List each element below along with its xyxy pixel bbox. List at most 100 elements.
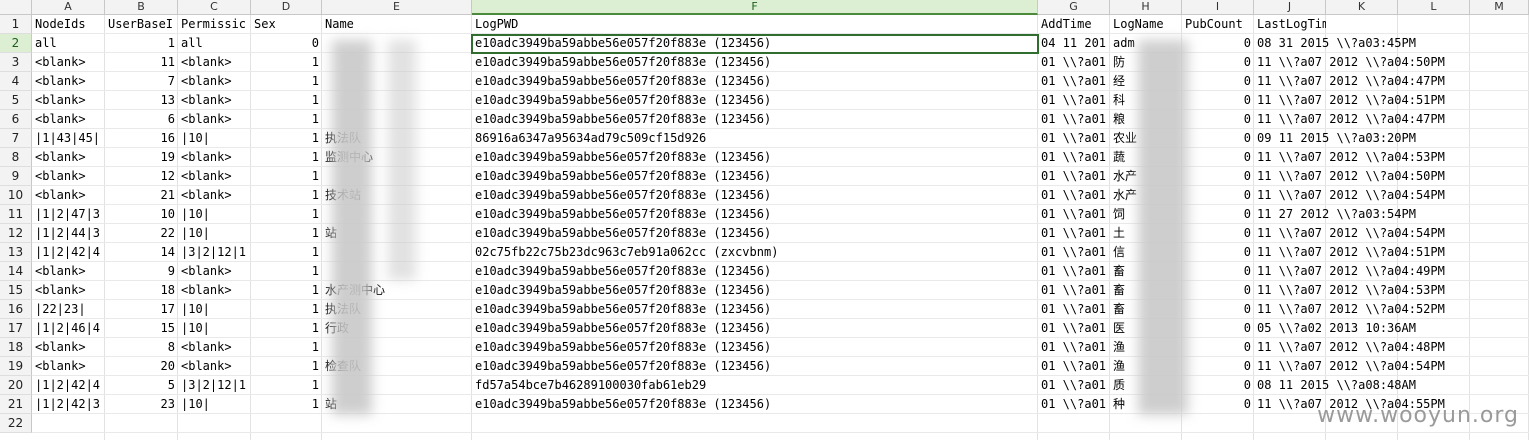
column-header-e[interactable]: E <box>322 0 472 15</box>
header-cell-a[interactable]: NodeIds <box>32 15 105 34</box>
cell-addtime[interactable]: 01 \\?a01 <box>1038 319 1110 338</box>
row-header-12[interactable]: 12 <box>0 224 32 243</box>
cell-logpwd[interactable]: e10adc3949ba59abbe56e057f20f883e (123456… <box>472 205 1038 224</box>
cell-sex[interactable]: 0 <box>251 34 322 53</box>
cell-lastlogtime[interactable]: 11 \\?a07 2012 \\?a04:51PM <box>1254 243 1524 262</box>
cell-logpwd[interactable]: e10adc3949ba59abbe56e057f20f883e (123456… <box>472 281 1038 300</box>
cell-logpwd[interactable]: e10adc3949ba59abbe56e057f20f883e (123456… <box>472 167 1038 186</box>
cell-nodeids[interactable]: |1|2|47|3 <box>32 205 105 224</box>
column-header-l[interactable]: L <box>1398 0 1470 15</box>
cell-sex[interactable]: 1 <box>251 376 322 395</box>
row-header-20[interactable]: 20 <box>0 376 32 395</box>
cell-pubcount[interactable]: 0 <box>1182 224 1254 243</box>
cell-pubcount[interactable]: 0 <box>1182 148 1254 167</box>
cell-userbaseid[interactable]: 22 <box>105 224 178 243</box>
cell-addtime[interactable]: 01 \\?a01 <box>1038 129 1110 148</box>
cell-permission[interactable]: |10| <box>178 395 251 414</box>
cell-nodeids[interactable]: <blank> <box>32 186 105 205</box>
cell-sex[interactable]: 1 <box>251 148 322 167</box>
cell-pubcount[interactable]: 0 <box>1182 186 1254 205</box>
cell-pubcount[interactable]: 0 <box>1182 129 1254 148</box>
cell-permission[interactable]: |10| <box>178 205 251 224</box>
cell-logpwd[interactable]: e10adc3949ba59abbe56e057f20f883e (123456… <box>472 262 1038 281</box>
cell-userbaseid[interactable]: 12 <box>105 167 178 186</box>
cell-pubcount[interactable]: 0 <box>1182 376 1254 395</box>
cell-pubcount[interactable]: 0 <box>1182 395 1254 414</box>
cell-addtime[interactable]: 01 \\?a01 <box>1038 72 1110 91</box>
cell-sex[interactable]: 1 <box>251 262 322 281</box>
row-header-7[interactable]: 7 <box>0 129 32 148</box>
cell-logpwd[interactable]: e10adc3949ba59abbe56e057f20f883e (123456… <box>472 72 1038 91</box>
cell-sex[interactable]: 1 <box>251 395 322 414</box>
cell-lastlogtime[interactable]: 11 27 2012 \\?a03:54PM <box>1254 205 1524 224</box>
cell-nodeids[interactable]: <blank> <box>32 281 105 300</box>
cell-lastlogtime[interactable]: 11 \\?a07 2012 \\?a04:47PM <box>1254 72 1524 91</box>
row-header-16[interactable]: 16 <box>0 300 32 319</box>
cell-nodeids[interactable]: <blank> <box>32 110 105 129</box>
cell-addtime[interactable]: 01 \\?a01 <box>1038 262 1110 281</box>
cell-lastlogtime[interactable]: 11 \\?a07 2012 \\?a04:49PM <box>1254 262 1524 281</box>
cell-sex[interactable]: 1 <box>251 338 322 357</box>
cell-lastlogtime[interactable]: 11 \\?a07 2012 \\?a04:47PM <box>1254 110 1524 129</box>
cell-pubcount[interactable]: 0 <box>1182 243 1254 262</box>
cell-nodeids[interactable]: <blank> <box>32 262 105 281</box>
spreadsheet-grid[interactable]: A B C D E F G H I J K L M 1 2 3 4 5 6 7 8 9 10 11 12 13 14 15 16 17 18… <box>0 0 1529 440</box>
header-cell-c[interactable]: Permissic <box>178 15 251 34</box>
cell-addtime[interactable]: 01 \\?a01 <box>1038 357 1110 376</box>
row-header-8[interactable]: 8 <box>0 148 32 167</box>
cell-permission[interactable]: all <box>178 34 251 53</box>
cell-sex[interactable]: 1 <box>251 186 322 205</box>
cell-addtime[interactable]: 01 \\?a01 <box>1038 205 1110 224</box>
cell-logpwd[interactable]: e10adc3949ba59abbe56e057f20f883e (123456… <box>472 300 1038 319</box>
cell-addtime[interactable]: 01 \\?a01 <box>1038 167 1110 186</box>
cell-nodeids[interactable]: <blank> <box>32 72 105 91</box>
column-header-h[interactable]: H <box>1110 0 1182 15</box>
cell-addtime[interactable]: 01 \\?a01 <box>1038 110 1110 129</box>
column-header-a[interactable]: A <box>32 0 105 15</box>
header-cell-j[interactable]: LastLogTime <box>1254 15 1326 34</box>
cell-addtime[interactable]: 01 \\?a01 <box>1038 186 1110 205</box>
cell-permission[interactable]: <blank> <box>178 53 251 72</box>
cell-userbaseid[interactable]: 10 <box>105 205 178 224</box>
cell-lastlogtime[interactable]: 11 \\?a07 2012 \\?a04:50PM <box>1254 167 1524 186</box>
cell-pubcount[interactable]: 0 <box>1182 281 1254 300</box>
cell-userbaseid[interactable]: 13 <box>105 91 178 110</box>
cell-lastlogtime[interactable]: 11 \\?a07 2012 \\?a04:52PM <box>1254 300 1524 319</box>
cell-sex[interactable]: 1 <box>251 167 322 186</box>
cell-nodeids[interactable]: <blank> <box>32 167 105 186</box>
header-cell-h[interactable]: LogName <box>1110 15 1182 34</box>
cell-userbaseid[interactable]: 1 <box>105 34 178 53</box>
cell-lastlogtime[interactable]: 11 \\?a07 2012 \\?a04:50PM <box>1254 53 1524 72</box>
cell-lastlogtime[interactable]: 11 \\?a07 2012 \\?a04:53PM <box>1254 148 1524 167</box>
cell-userbaseid[interactable]: 7 <box>105 72 178 91</box>
row-header-19[interactable]: 19 <box>0 357 32 376</box>
column-header-d[interactable]: D <box>251 0 322 15</box>
cell-userbaseid[interactable]: 19 <box>105 148 178 167</box>
cell-nodeids[interactable]: |1|2|42|4 <box>32 243 105 262</box>
cell-userbaseid[interactable]: 14 <box>105 243 178 262</box>
cell-sex[interactable]: 1 <box>251 300 322 319</box>
row-header-6[interactable]: 6 <box>0 110 32 129</box>
cell-logpwd[interactable]: fd57a54bce7b46289100030fab61eb29 <box>472 376 1038 395</box>
row-header-10[interactable]: 10 <box>0 186 32 205</box>
row-header-21[interactable]: 21 <box>0 395 32 414</box>
cell-userbaseid[interactable]: 21 <box>105 186 178 205</box>
cell-lastlogtime[interactable]: 11 \\?a07 2012 \\?a04:54PM <box>1254 357 1524 376</box>
cell-permission[interactable]: |3|2|12|1 <box>178 243 251 262</box>
row-header-13[interactable]: 13 <box>0 243 32 262</box>
row-header-17[interactable]: 17 <box>0 319 32 338</box>
cell-lastlogtime[interactable]: 05 \\?a02 2013 10:36AM <box>1254 319 1524 338</box>
cell-addtime[interactable]: 01 \\?a01 <box>1038 281 1110 300</box>
cell-logpwd[interactable]: e10adc3949ba59abbe56e057f20f883e (123456… <box>472 224 1038 243</box>
cell-addtime[interactable]: 01 \\?a01 <box>1038 300 1110 319</box>
cell-logpwd[interactable]: 86916a6347a95634ad79c509cf15d926 <box>472 129 1038 148</box>
cell-userbaseid[interactable]: 11 <box>105 53 178 72</box>
cell-addtime[interactable]: 01 \\?a01 <box>1038 91 1110 110</box>
cell-permission[interactable]: |10| <box>178 300 251 319</box>
cell-permission[interactable]: <blank> <box>178 262 251 281</box>
cell-pubcount[interactable]: 0 <box>1182 319 1254 338</box>
cell-sex[interactable]: 1 <box>251 243 322 262</box>
row-header-5[interactable]: 5 <box>0 91 32 110</box>
cell-nodeids[interactable]: |1|2|42|4 <box>32 376 105 395</box>
cell-pubcount[interactable]: 0 <box>1182 91 1254 110</box>
